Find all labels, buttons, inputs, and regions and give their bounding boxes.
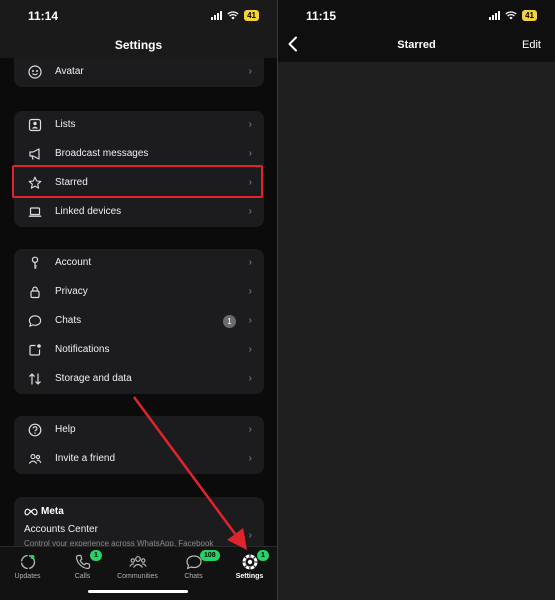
- meta-infinity-icon: [24, 508, 38, 515]
- settings-item-chats[interactable]: Chats 1 ›: [14, 307, 264, 336]
- settings-group-help: Help › Invite a friend ›: [14, 416, 264, 474]
- chevron-right-icon: ›: [248, 148, 252, 159]
- page-title: Settings: [114, 38, 163, 52]
- storage-arrows-icon: [28, 372, 42, 386]
- chevron-right-icon: ›: [248, 66, 252, 77]
- starred-screen: 11:15 41 Starred Edit: [278, 0, 555, 600]
- key-icon: [28, 256, 42, 270]
- tab-updates[interactable]: Updates: [0, 553, 55, 580]
- tab-chats[interactable]: 108 Chats: [166, 550, 221, 580]
- settings-group-account: Account › Privacy › Chats 1 › Notificati…: [14, 249, 264, 394]
- chevron-right-icon: ›: [248, 344, 252, 355]
- starred-header: 11:15 41 Starred Edit: [278, 0, 555, 62]
- status-bar: 11:14 41: [0, 0, 277, 30]
- battery-icon: 41: [244, 10, 259, 21]
- settings-screen: 11:14 41 Settings Avatar › Lists › Broad…: [0, 0, 277, 600]
- settings-badge: 1: [257, 550, 269, 561]
- settings-item-avatar[interactable]: Avatar ›: [14, 58, 264, 87]
- tab-calls[interactable]: 1 Calls: [55, 550, 110, 580]
- chat-bubble-icon: [28, 314, 42, 328]
- chevron-right-icon: ›: [248, 286, 252, 297]
- settings-item-notifications[interactable]: Notifications ›: [14, 336, 264, 365]
- updates-icon: [19, 553, 37, 571]
- help-icon: [28, 423, 42, 437]
- people-icon: [28, 452, 42, 466]
- chevron-right-icon: ›: [248, 315, 252, 326]
- chevron-right-icon: ›: [248, 373, 252, 384]
- status-bar: 11:15 41: [278, 0, 555, 30]
- chevron-right-icon: ›: [248, 530, 252, 541]
- settings-item-invite[interactable]: Invite a friend ›: [14, 445, 264, 474]
- starred-highlight-box: [12, 165, 263, 198]
- lists-icon: [28, 118, 42, 132]
- wifi-icon: [505, 11, 517, 20]
- settings-group-avatar: Avatar ›: [14, 58, 264, 87]
- edit-button[interactable]: Edit: [522, 39, 541, 51]
- cellular-signal-icon: [489, 11, 501, 20]
- phone-icon: [74, 553, 92, 571]
- chevron-right-icon: ›: [248, 453, 252, 464]
- chevron-right-icon: ›: [248, 257, 252, 268]
- settings-header: 11:14 41 Settings: [0, 0, 277, 58]
- laptop-icon: [28, 205, 42, 219]
- chevron-right-icon: ›: [248, 119, 252, 130]
- avatar-icon: [28, 65, 42, 79]
- settings-gear-icon: [241, 553, 259, 571]
- settings-item-linked-devices[interactable]: Linked devices ›: [14, 198, 264, 227]
- calls-badge: 1: [90, 550, 102, 561]
- tab-settings[interactable]: 1 Settings: [222, 550, 277, 580]
- unread-count-badge: 1: [223, 315, 236, 328]
- status-time: 11:15: [306, 9, 337, 23]
- settings-item-account[interactable]: Account ›: [14, 249, 264, 278]
- battery-icon: 41: [522, 10, 537, 21]
- page-title: Starred: [397, 39, 436, 51]
- wifi-icon: [227, 11, 239, 20]
- settings-item-privacy[interactable]: Privacy ›: [14, 278, 264, 307]
- chevron-right-icon: ›: [248, 206, 252, 217]
- chevron-right-icon: ›: [248, 424, 252, 435]
- chats-unread-badge: 108: [200, 550, 220, 561]
- accounts-center-label: Accounts Center: [24, 524, 98, 535]
- settings-item-storage[interactable]: Storage and data ›: [14, 365, 264, 394]
- communities-icon: [128, 553, 147, 571]
- tab-communities[interactable]: Communities: [110, 553, 165, 580]
- meta-logo: Meta: [24, 506, 64, 517]
- status-time: 11:14: [28, 9, 59, 23]
- settings-item-help[interactable]: Help ›: [14, 416, 264, 445]
- notification-icon: [28, 343, 42, 357]
- lock-icon: [28, 285, 42, 299]
- settings-item-lists[interactable]: Lists ›: [14, 111, 264, 140]
- cellular-signal-icon: [211, 11, 223, 20]
- home-indicator: [88, 590, 188, 593]
- megaphone-icon: [28, 147, 42, 161]
